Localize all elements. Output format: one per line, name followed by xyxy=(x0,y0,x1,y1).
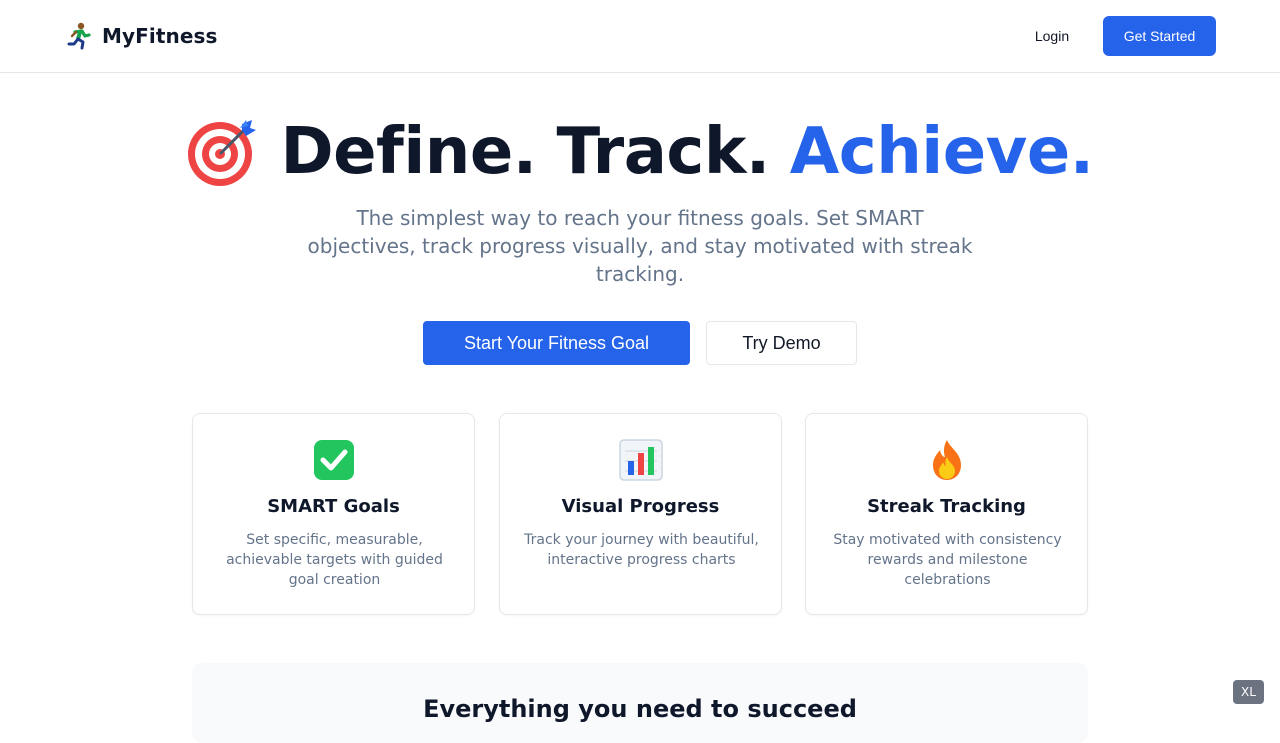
login-button[interactable]: Login xyxy=(1018,16,1086,56)
target-icon xyxy=(186,116,258,188)
get-started-button[interactable]: Get Started xyxy=(1103,16,1216,56)
breakpoint-badge: XL xyxy=(1233,680,1264,704)
brand-logo-link[interactable]: MyFitness xyxy=(64,20,218,52)
feature-card-smart-goals: SMART Goals Set specific, measurable, ac… xyxy=(192,413,475,615)
check-icon xyxy=(193,438,474,482)
top-nav: MyFitness Login Get Started xyxy=(0,0,1280,73)
feature-description: Set specific, measurable, achievable tar… xyxy=(226,532,443,588)
feature-card-visual-progress: Visual Progress Track your journey with … xyxy=(499,413,782,615)
brand-name: MyFitness xyxy=(102,24,218,48)
section-title: Everything you need to succeed xyxy=(423,695,857,723)
feature-title: SMART Goals xyxy=(267,496,400,517)
feature-description: Stay motivated with consistency rewards … xyxy=(833,532,1062,588)
hero-title-achieve: Achieve. xyxy=(789,115,1094,189)
hero-subtitle: The simplest way to reach your fitness g… xyxy=(307,206,973,286)
feature-card-streak-tracking: Streak Tracking Stay motivated with cons… xyxy=(805,413,1088,615)
hero-title-track: Track. xyxy=(556,115,771,189)
fire-icon xyxy=(806,438,1087,482)
try-demo-button[interactable]: Try Demo xyxy=(706,321,857,365)
feature-description: Track your journey with beautiful, inter… xyxy=(524,532,759,568)
start-fitness-goal-button[interactable]: Start Your Fitness Goal xyxy=(423,321,690,365)
feature-title: Visual Progress xyxy=(561,496,720,517)
feature-title: Streak Tracking xyxy=(867,496,1026,517)
hero-title-define: Define. xyxy=(280,115,537,189)
bar-chart-icon xyxy=(500,438,781,482)
runner-icon xyxy=(64,21,94,51)
hero-title: Define. Track. Achieve. xyxy=(0,112,1280,192)
